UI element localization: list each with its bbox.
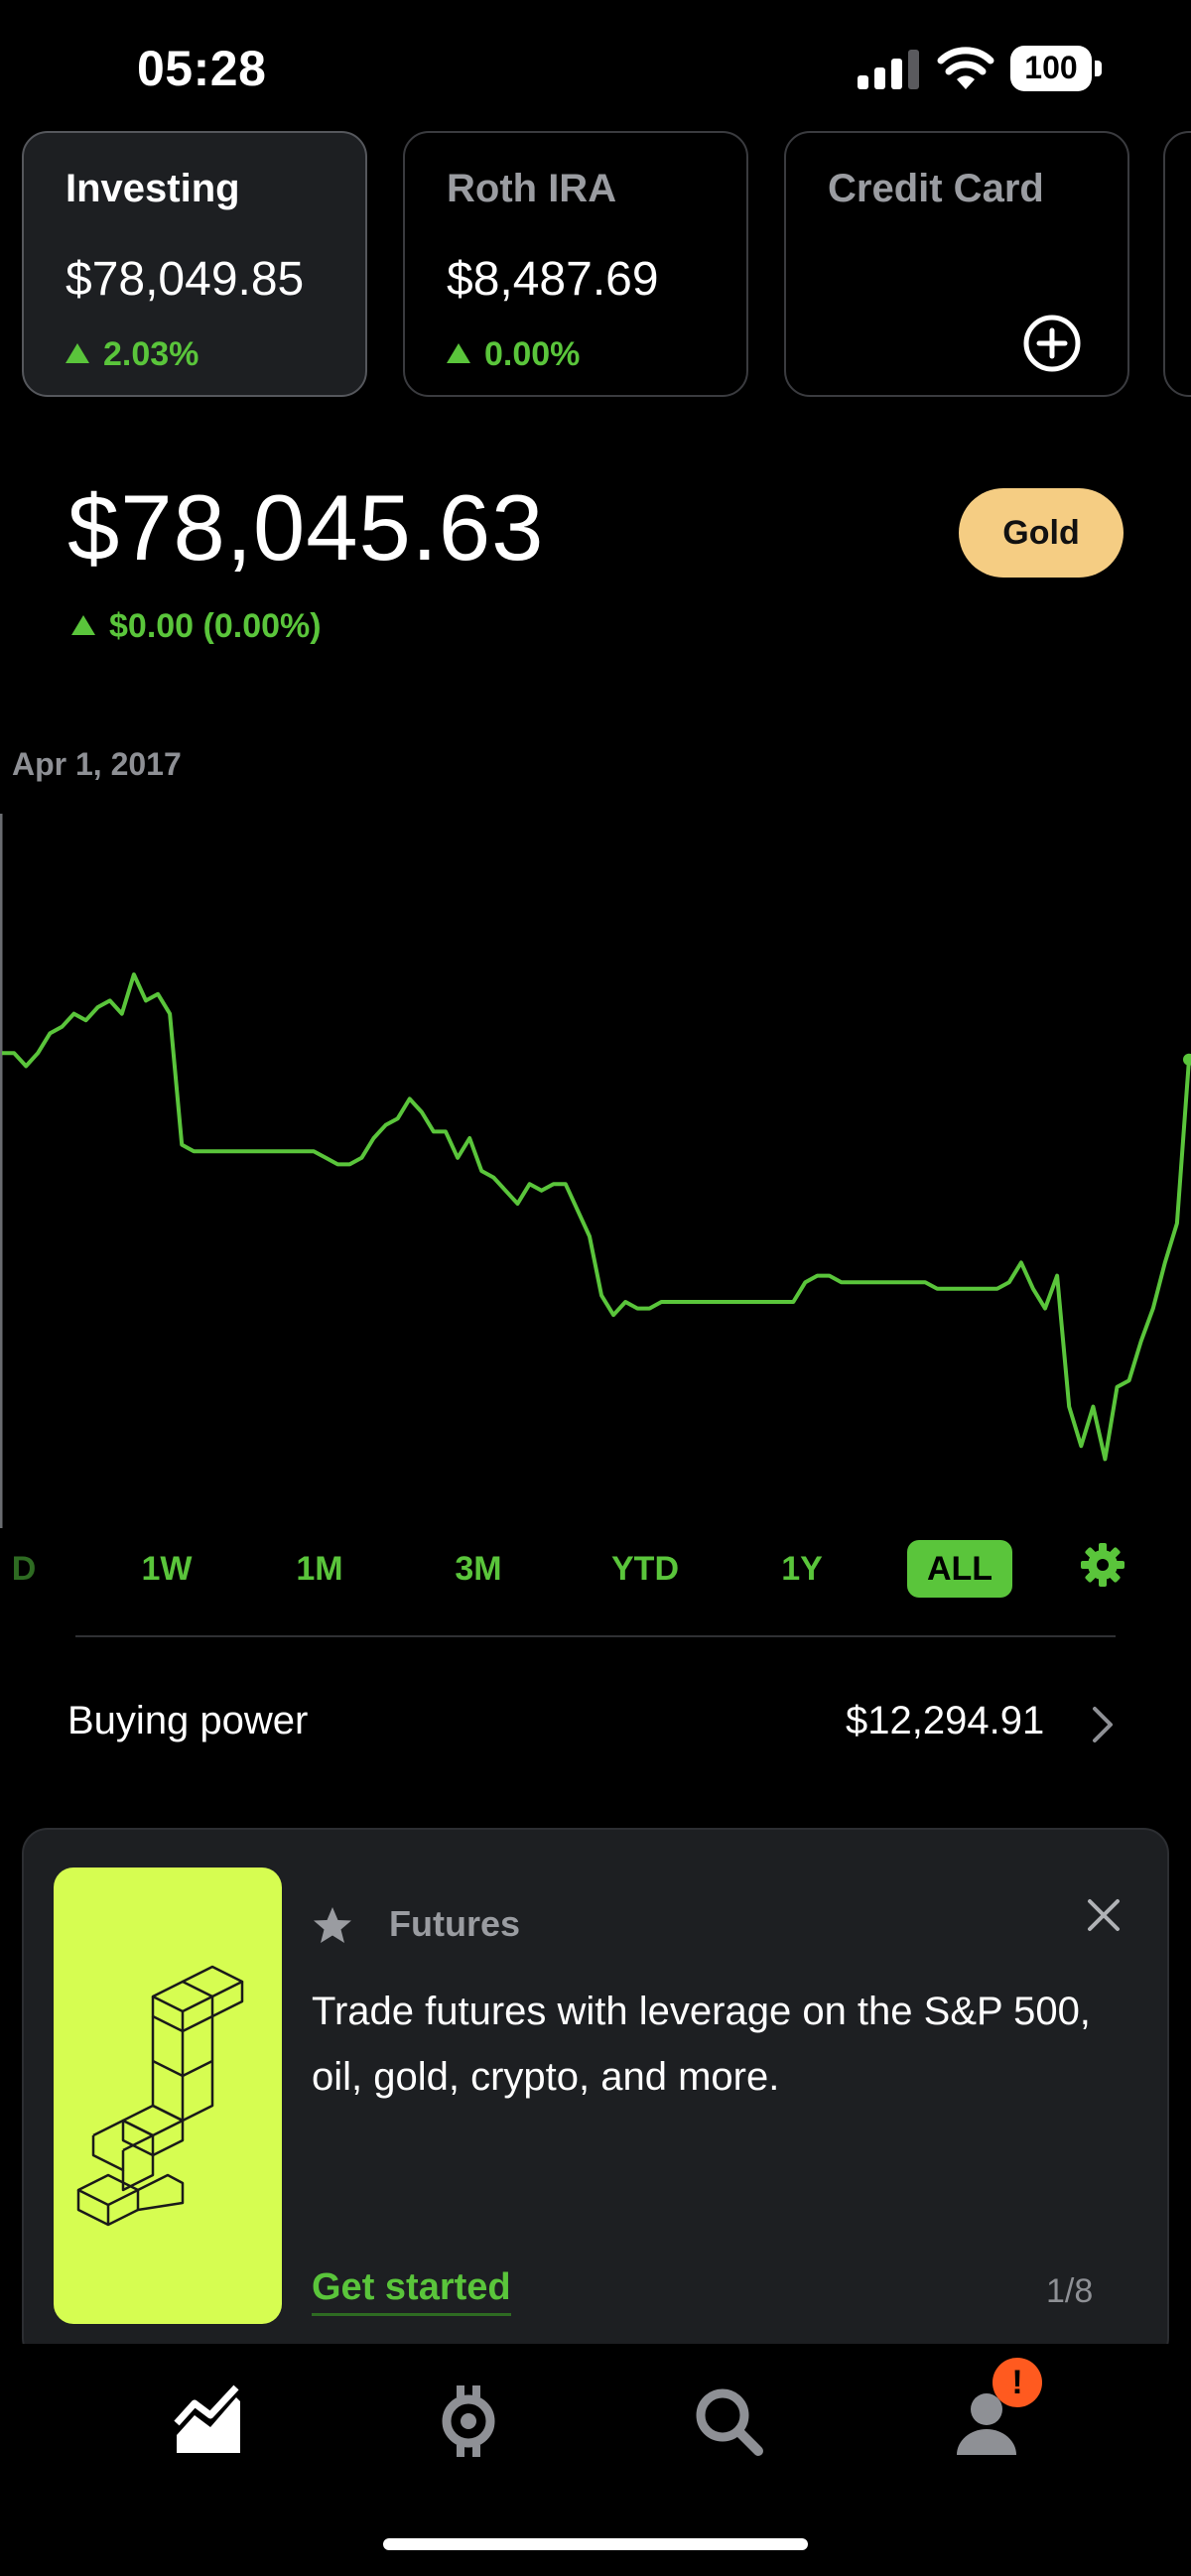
- battery-level: 100: [1024, 50, 1078, 85]
- buying-power-label[interactable]: Buying power: [67, 1699, 308, 1743]
- up-arrow-icon: [66, 343, 89, 363]
- chart-series-line: [2, 972, 1191, 1462]
- portfolio-chart[interactable]: [0, 814, 1191, 1528]
- buying-power-value[interactable]: $12,294.91: [846, 1699, 1044, 1743]
- futures-promo-card[interactable]: Futures Trade futures with leverage on t…: [22, 1828, 1169, 2364]
- chart-end-point: [1183, 1053, 1191, 1066]
- up-arrow-icon: [447, 343, 470, 363]
- range-all[interactable]: ALL: [907, 1540, 1012, 1598]
- range-1y[interactable]: 1Y: [762, 1540, 842, 1598]
- battery-icon: 100: [1010, 46, 1102, 91]
- wifi-icon: [937, 47, 994, 89]
- divider: [75, 1635, 1116, 1637]
- notification-badge: !: [992, 2358, 1042, 2407]
- chart-date-label: Apr 1, 2017: [12, 746, 182, 782]
- chevron-right-icon[interactable]: [1090, 1705, 1116, 1744]
- gear-icon[interactable]: [1080, 1542, 1125, 1588]
- status-time: 05:28: [137, 41, 267, 96]
- cellular-signal-icon: [858, 50, 919, 89]
- star-icon: [314, 1907, 351, 1943]
- account-card-roth-ira[interactable]: Roth IRA $8,487.69 0.00%: [403, 131, 748, 397]
- promo-pager: 1/8: [1046, 2272, 1094, 2310]
- range-1m[interactable]: 1M: [280, 1540, 359, 1598]
- chart-icon[interactable]: [171, 2383, 246, 2459]
- promo-body: Trade futures with leverage on the S&P 5…: [312, 1990, 1091, 2099]
- blocks-illustration-icon: [76, 1965, 244, 2227]
- range-3m[interactable]: 3M: [439, 1540, 518, 1598]
- range-d[interactable]: D: [0, 1540, 48, 1598]
- range-ytd[interactable]: YTD: [596, 1540, 695, 1598]
- add-circle-icon[interactable]: [1022, 314, 1082, 373]
- range-1w[interactable]: 1W: [127, 1540, 206, 1598]
- account-name: Investing: [66, 167, 240, 210]
- account-card-investing[interactable]: Investing $78,049.85 2.03%: [22, 131, 367, 397]
- portfolio-value: $78,045.63: [67, 475, 545, 580]
- account-change: 0.00%: [447, 335, 580, 374]
- futures-illustration: [54, 1868, 282, 2324]
- account-card-next[interactable]: [1163, 131, 1191, 397]
- account-name: Credit Card: [828, 167, 1044, 210]
- up-arrow-icon: [71, 615, 95, 635]
- get-started-link[interactable]: Get started: [312, 2266, 511, 2316]
- account-name: Roth IRA: [447, 167, 617, 210]
- search-icon[interactable]: [691, 2383, 766, 2459]
- close-icon[interactable]: [1084, 1895, 1124, 1935]
- home-indicator: [383, 2538, 808, 2550]
- account-value: $78,049.85: [66, 253, 305, 306]
- crypto-icon[interactable]: [431, 2383, 506, 2459]
- account-value: $8,487.69: [447, 253, 659, 306]
- portfolio-change: $0.00 (0.00%): [71, 607, 322, 646]
- gold-button[interactable]: Gold: [959, 488, 1124, 578]
- account-change: 2.03%: [66, 335, 198, 374]
- promo-category: Futures: [389, 1903, 521, 1944]
